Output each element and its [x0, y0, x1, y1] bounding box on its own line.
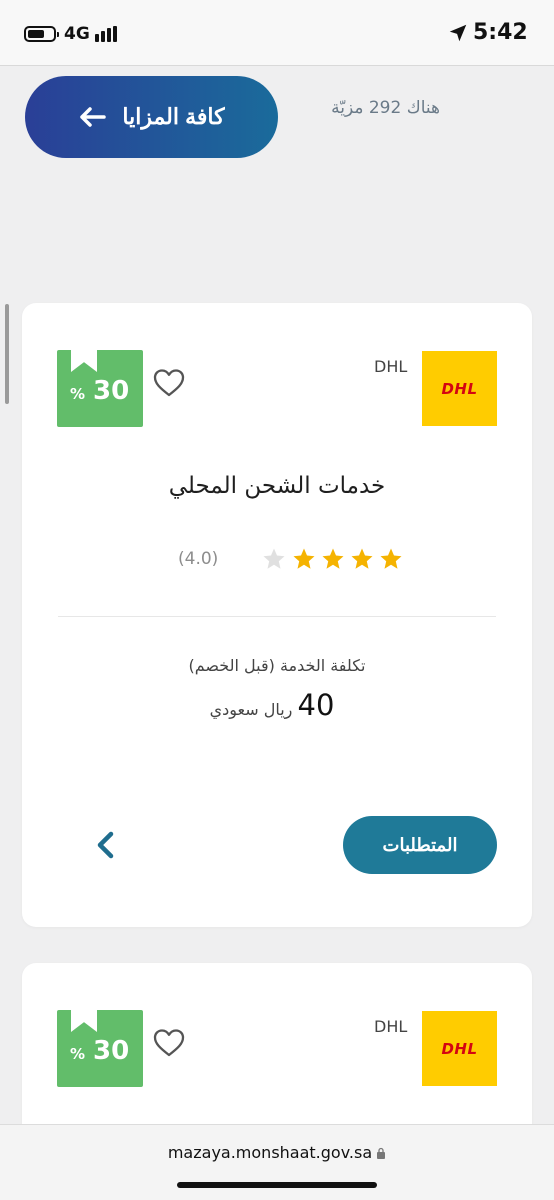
provider-name: DHL [374, 1017, 408, 1036]
all-benefits-button[interactable]: كافة المزايا [25, 76, 278, 158]
all-benefits-label: كافة المزايا [122, 104, 225, 129]
rating: (4.0) [178, 547, 402, 577]
benefit-card[interactable]: DHL DHL 30 % خدمات الشحن المحلي (4.0) تك… [22, 303, 532, 927]
battery-icon [24, 26, 59, 42]
heart-icon[interactable] [152, 1027, 186, 1059]
star-filled-icon [322, 548, 344, 569]
discount-value: 30 [93, 1036, 130, 1066]
chevron-left-icon[interactable] [94, 830, 116, 860]
requirements-label: المتطلبات [382, 834, 458, 855]
clock: 5:42 [473, 20, 528, 45]
heart-icon[interactable] [152, 367, 186, 399]
discount-badge: 30 % [57, 1010, 143, 1087]
provider-logo: DHL [422, 1011, 497, 1086]
cost-label: تكلفة الخدمة (قبل الخصم) [188, 656, 366, 675]
provider-name: DHL [374, 357, 408, 376]
bookmark-notch [71, 350, 97, 372]
divider [58, 616, 496, 617]
network-type: 4G [64, 24, 90, 44]
discount-badge: 30 % [57, 350, 143, 427]
signal-icon [95, 26, 121, 42]
location-arrow-icon [449, 24, 467, 42]
cost-currency: ريال سعودي [209, 700, 293, 719]
discount-percent-symbol: % [70, 385, 86, 403]
browser-address-bar[interactable]: mazaya.monshaat.gov.sa [0, 1124, 554, 1200]
service-title: خدمات الشحن المحلي [168, 473, 386, 499]
provider-logo: DHL [422, 351, 497, 426]
lock-icon [377, 1147, 386, 1159]
status-bar: 4G 5:42 [0, 0, 554, 66]
url-text: mazaya.monshaat.gov.sa [167, 1143, 373, 1162]
discount-value: 30 [93, 376, 130, 406]
cost-row: 40 ريال سعودي [22, 688, 532, 722]
benefits-count: هناك 292 مزيّة [331, 98, 440, 118]
home-indicator[interactable] [177, 1182, 377, 1188]
star-filled-icon [380, 548, 402, 569]
rating-value: (4.0) [178, 549, 219, 569]
url-display[interactable]: mazaya.monshaat.gov.sa [0, 1143, 554, 1162]
star-empty-icon [263, 548, 285, 569]
discount-percent-symbol: % [70, 1045, 86, 1063]
requirements-button[interactable]: المتطلبات [343, 816, 497, 874]
arrow-left-icon [80, 107, 107, 127]
cost-value: 40 [297, 688, 335, 722]
star-filled-icon [351, 548, 373, 569]
star-filled-icon [293, 548, 315, 569]
scrollbar[interactable] [5, 304, 9, 404]
bookmark-notch [71, 1010, 97, 1032]
